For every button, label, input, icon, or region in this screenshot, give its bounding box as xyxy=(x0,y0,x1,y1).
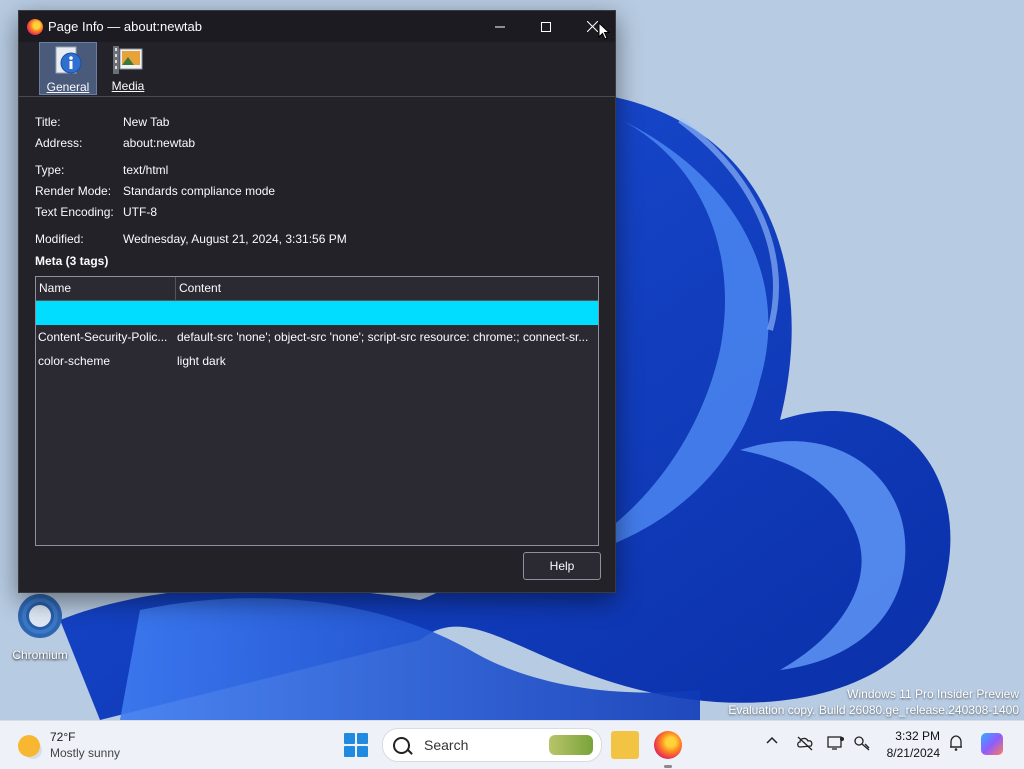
system-clock[interactable]: 3:32 PM 8/21/2024 xyxy=(880,728,940,762)
field-label: Modified: xyxy=(35,232,84,246)
file-explorer-button[interactable] xyxy=(611,731,639,759)
weather-temp: 72°F xyxy=(50,730,76,744)
taskbar-search[interactable]: Search xyxy=(382,728,602,762)
notification-bell-icon[interactable] xyxy=(949,735,963,751)
search-highlight-icon xyxy=(549,735,593,755)
field-value: text/html xyxy=(123,163,169,177)
title-bar[interactable]: Page Info — about:newtab xyxy=(19,11,615,42)
info-icon xyxy=(55,46,82,74)
weather-sun-icon xyxy=(18,735,40,757)
weather-widget[interactable]: 72°F Mostly sunny xyxy=(18,729,120,761)
close-icon xyxy=(586,21,598,32)
copilot-icon[interactable] xyxy=(981,733,1003,755)
start-button[interactable] xyxy=(344,733,368,757)
table-row[interactable]: color-scheme light dark xyxy=(36,349,598,373)
field-value: UTF-8 xyxy=(123,205,157,219)
field-value: New Tab xyxy=(123,115,170,129)
meta-table[interactable]: Name Content Content-Security-Polic... d… xyxy=(35,276,599,546)
field-label: Address: xyxy=(35,136,83,150)
weather-condition: Mostly sunny xyxy=(50,746,121,760)
field-label: Text Encoding: xyxy=(35,205,114,219)
os-watermark: Windows 11 Pro Insider Preview Evaluatio… xyxy=(728,686,1019,718)
table-row[interactable]: Content-Security-Polic... default-src 'n… xyxy=(36,325,598,349)
search-label: Search xyxy=(424,737,469,753)
cell-name: color-scheme xyxy=(38,354,111,368)
window-title: Page Info — about:newtab xyxy=(48,19,202,34)
tab-media-label: Media xyxy=(111,79,145,93)
column-header-content[interactable]: Content xyxy=(176,277,221,300)
page-info-toolbar: General Media xyxy=(19,42,615,97)
cell-content: light dark xyxy=(177,354,226,368)
watermark-line-1: Windows 11 Pro Insider Preview xyxy=(847,687,1019,701)
maximize-button[interactable] xyxy=(523,11,569,42)
field-label: Render Mode: xyxy=(35,184,112,198)
field-label: Title: xyxy=(35,115,61,129)
field-value: Wednesday, August 21, 2024, 3:31:56 PM xyxy=(123,232,347,246)
field-value: Standards compliance mode xyxy=(123,184,276,198)
windows-logo-icon xyxy=(344,733,355,744)
desktop-icon-label: Chromium xyxy=(12,648,68,662)
maximize-icon xyxy=(541,21,551,32)
column-header-name[interactable]: Name xyxy=(36,277,176,300)
cell-name: Content-Security-Polic... xyxy=(38,330,168,344)
minimize-icon xyxy=(495,26,505,27)
field-label: Type: xyxy=(35,163,65,177)
chromium-icon xyxy=(18,594,62,638)
meta-heading: Meta (3 tags) xyxy=(35,254,109,268)
taskbar: 72°F Mostly sunny Search 3:32 PM 8/21/20… xyxy=(0,720,1024,769)
field-value: about:newtab xyxy=(123,136,196,150)
tab-general[interactable]: General xyxy=(39,42,97,95)
watermark-line-2: Evaluation copy. Build 26080.ge_release.… xyxy=(728,703,1019,717)
tab-media[interactable]: Media xyxy=(99,42,157,95)
chevron-up-icon[interactable] xyxy=(766,735,778,745)
meta-table-header: Name Content xyxy=(36,277,598,301)
cell-content: default-src 'none'; object-src 'none'; s… xyxy=(177,330,589,344)
desktop-icon-chromium[interactable]: Chromium xyxy=(8,594,72,662)
firefox-icon xyxy=(27,18,43,35)
cloud-offline-icon[interactable] xyxy=(796,735,814,751)
search-icon xyxy=(393,736,410,754)
mouse-cursor-icon xyxy=(598,22,610,40)
table-row[interactable] xyxy=(36,301,598,325)
display-icon[interactable] xyxy=(827,735,845,751)
media-icon xyxy=(113,46,143,74)
tab-general-label: General xyxy=(46,80,90,94)
minimize-button[interactable] xyxy=(477,11,523,42)
help-button[interactable]: Help xyxy=(523,552,601,580)
clock-time: 3:32 PM xyxy=(895,729,940,743)
network-icon[interactable] xyxy=(853,735,871,751)
firefox-taskbar-button[interactable] xyxy=(654,731,682,759)
page-info-window: Page Info — about:newtab General Media T… xyxy=(18,10,616,593)
clock-date: 8/21/2024 xyxy=(886,746,940,760)
